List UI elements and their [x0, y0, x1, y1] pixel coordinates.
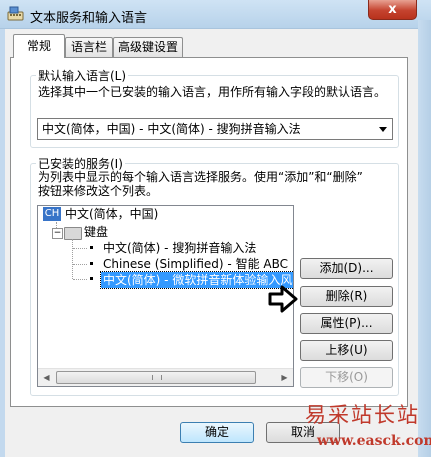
bullet-icon: [90, 277, 93, 280]
grip-icon: [152, 375, 162, 380]
window-frame-right: [418, 20, 431, 457]
chevron-down-icon[interactable]: [379, 127, 387, 132]
tab-advanced-key-settings[interactable]: 高级键设置: [113, 37, 183, 57]
tree-connector: [72, 239, 73, 279]
tab-language-bar[interactable]: 语言栏: [65, 37, 113, 57]
window-title: 文本服务和输入语言: [30, 11, 148, 26]
tree-item-ime-selected[interactable]: 中文(简体) - 微软拼音新体验输入风格: [99, 271, 293, 289]
default-language-description: 选择其中一个已安装的输入语言，用作所有输入字段的默认语言。: [38, 85, 387, 99]
bullet-icon: [90, 262, 93, 265]
properties-button[interactable]: 属性(P)...: [300, 313, 393, 334]
collapse-icon[interactable]: −: [52, 228, 63, 239]
default-language-select[interactable]: 中文(简体，中国) - 中文(简体) - 搜狗拼音输入法: [37, 118, 393, 140]
tree-item-ime[interactable]: 中文(简体) - 搜狗拼音输入法: [103, 240, 256, 256]
move-down-button: 下移(O): [300, 367, 393, 388]
installed-services-description-line1: 为列表中显示的每个输入语言选择服务。使用“添加”和“删除”: [38, 170, 363, 184]
tree-item-keyboard-group[interactable]: 键盘: [84, 224, 108, 240]
add-button[interactable]: 添加(D)...: [300, 258, 393, 279]
scroll-right-icon[interactable]: ▶: [276, 370, 293, 386]
arrow-right-icon: [268, 285, 298, 313]
scrollbar-thumb[interactable]: [56, 371, 256, 384]
keyboard-icon: [64, 227, 82, 240]
language-badge-icon: CH: [43, 207, 61, 221]
keyboard-app-icon: [7, 6, 24, 22]
tree-item-language[interactable]: 中文(简体，中国): [65, 206, 158, 222]
default-language-value: 中文(简体，中国) - 中文(简体) - 搜狗拼音输入法: [42, 122, 301, 136]
tree-connector: [73, 248, 87, 249]
tree-connector: [73, 264, 87, 265]
installed-services-tree[interactable]: CH 中文(简体，中国) − 键盘 中文(简体) - 搜狗拼音输入法 Chine…: [37, 205, 294, 387]
move-up-button[interactable]: 上移(U): [300, 340, 393, 361]
tab-general[interactable]: 常规: [13, 34, 65, 58]
remove-button[interactable]: 删除(R): [300, 286, 393, 307]
tree-connector: [73, 279, 87, 280]
scroll-left-icon[interactable]: ◀: [38, 370, 55, 386]
bullet-icon: [90, 246, 93, 249]
site-watermark: 易采站长站 www.easck.com: [295, 397, 431, 457]
tree-item-ime[interactable]: Chinese (Simplified) - 智能 ABC: [103, 256, 288, 272]
ok-button[interactable]: 确定: [180, 422, 254, 443]
default-language-legend: 默认输入语言(L): [36, 67, 129, 84]
installed-services-description-line2: 按钮来修改这个列表。: [38, 184, 159, 198]
watermark-brand: 易采站长站: [305, 403, 420, 427]
close-button[interactable]: x: [368, 0, 417, 20]
watermark-url: www.easck.com: [317, 433, 431, 449]
tree-horizontal-scrollbar[interactable]: ◀ ▶: [38, 368, 293, 386]
